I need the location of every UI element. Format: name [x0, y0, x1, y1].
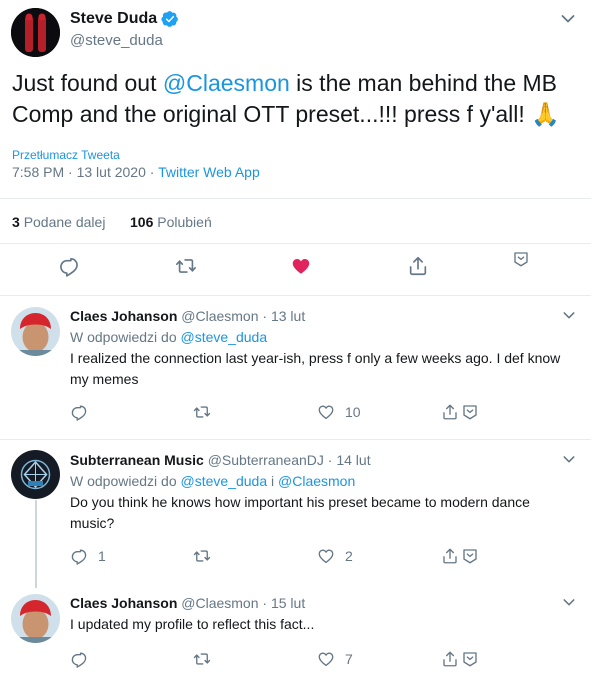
share-icon	[441, 650, 459, 668]
like-icon	[317, 403, 335, 421]
share-button[interactable]	[441, 403, 479, 421]
share-button[interactable]	[441, 547, 479, 565]
reply-to-join: i	[267, 473, 279, 489]
bookmark-icon[interactable]	[461, 650, 479, 668]
reply-action-bar: 10	[70, 403, 490, 425]
avatar[interactable]	[11, 307, 60, 356]
reply-icon	[70, 650, 88, 668]
reply-tweet[interactable]: Claes Johanson @Claesmon · 15 lut I upda…	[0, 584, 591, 689]
reply-tweet[interactable]: Claes Johanson @Claesmon · 13 lut W odpo…	[0, 297, 591, 439]
reply-to-prefix: W odpowiedzi do	[70, 473, 181, 489]
author-name[interactable]: Claes Johanson	[70, 595, 177, 611]
like-count: 2	[345, 548, 353, 564]
reply-count: 1	[98, 548, 106, 564]
like-icon[interactable]	[290, 255, 312, 277]
engagement-stats: 3 Podane dalej 106 Polubień	[0, 198, 591, 244]
reply-tweet[interactable]: Subterranean Music @SubterraneanDJ · 14 …	[0, 440, 591, 590]
bookmark-icon[interactable]	[461, 403, 479, 421]
tweet-meta: 7:58 PM · 13 lut 2020 · Twitter Web App	[12, 164, 260, 180]
share-button[interactable]	[441, 650, 479, 668]
author-handle[interactable]: @Claesmon	[181, 595, 258, 611]
avatar[interactable]	[11, 594, 60, 643]
reply-to-link[interactable]: @steve_duda	[181, 329, 268, 345]
avatar-image	[11, 450, 60, 499]
like-label: Polubień	[157, 214, 212, 230]
tweet-text-before: Just found out	[12, 70, 163, 96]
retweet-icon	[193, 650, 211, 668]
reply-text: I updated my profile to reflect this fac…	[70, 616, 315, 632]
chevron-down-icon[interactable]	[561, 14, 575, 24]
retweet-icon	[193, 403, 211, 421]
chevron-down-icon[interactable]	[563, 455, 575, 464]
share-icon	[441, 403, 459, 421]
reply-header: Claes Johanson @Claesmon · 15 lut	[70, 595, 305, 611]
avatar-image	[11, 594, 60, 643]
reply-to-link[interactable]: @steve_duda	[181, 473, 268, 489]
author-handle[interactable]: @Claesmon	[181, 308, 258, 324]
chevron-down-icon[interactable]	[563, 598, 575, 607]
reply-to-link-2[interactable]: @Claesmon	[278, 473, 355, 489]
like-button[interactable]: 2	[317, 547, 353, 565]
tweet-timestamp[interactable]: 7:58 PM · 13 lut 2020 ·	[12, 164, 158, 180]
translate-link[interactable]: Przetłumacz Tweeta	[12, 148, 120, 162]
retweet-button[interactable]	[193, 650, 221, 668]
bookmark-icon[interactable]	[512, 250, 530, 268]
reply-date[interactable]: · 15 lut	[262, 595, 305, 611]
retweet-stat[interactable]: 3 Podane dalej	[12, 214, 105, 230]
like-icon	[317, 547, 335, 565]
main-tweet: Steve Duda @steve_duda Just found out @C…	[0, 0, 591, 296]
like-count: 7	[345, 651, 353, 667]
reply-context: W odpowiedzi do @steve_duda	[70, 329, 267, 345]
reply-header: Claes Johanson @Claesmon · 13 lut	[70, 308, 305, 324]
reply-text: Do you think he knows how important his …	[70, 494, 530, 531]
retweet-count: 3	[12, 214, 20, 230]
author-handle[interactable]: @SubterraneanDJ	[208, 452, 324, 468]
reply-button[interactable]: 1	[70, 547, 106, 565]
main-action-bar	[0, 255, 591, 285]
retweet-icon	[193, 547, 211, 565]
like-count: 106	[130, 214, 154, 230]
author-name[interactable]: Subterranean Music	[70, 452, 204, 468]
like-button[interactable]: 10	[317, 403, 361, 421]
tweet-text: Just found out @Claesmon is the man behi…	[12, 68, 582, 130]
author-name[interactable]: Steve Duda	[70, 10, 157, 28]
avatar-image	[11, 8, 60, 57]
reply-to-prefix: W odpowiedzi do	[70, 329, 181, 345]
chevron-down-icon[interactable]	[563, 311, 575, 320]
like-count: 10	[345, 404, 361, 420]
reply-icon	[70, 547, 88, 565]
author-name[interactable]: Claes Johanson	[70, 308, 177, 324]
mention-link[interactable]: @Claesmon	[163, 70, 290, 96]
share-icon	[441, 547, 459, 565]
retweet-icon[interactable]	[175, 255, 197, 277]
verified-icon	[161, 11, 179, 27]
avatar[interactable]	[11, 450, 60, 499]
reply-icon	[70, 403, 88, 421]
client-link[interactable]: Twitter Web App	[158, 164, 260, 180]
reply-button[interactable]	[70, 650, 98, 668]
reply-date[interactable]: · 14 lut	[328, 452, 371, 468]
avatar[interactable]	[11, 8, 60, 57]
avatar-image	[11, 307, 60, 356]
reply-context: W odpowiedzi do @steve_duda i @Claesmon	[70, 473, 355, 489]
retweet-button[interactable]	[193, 547, 221, 565]
author-name-row[interactable]: Steve Duda	[70, 10, 179, 28]
bookmark-icon[interactable]	[461, 547, 479, 565]
author-handle[interactable]: @steve_duda	[70, 32, 163, 49]
like-stat[interactable]: 106 Polubień	[130, 214, 212, 230]
reply-date[interactable]: · 13 lut	[262, 308, 305, 324]
share-icon[interactable]	[407, 255, 429, 277]
reply-header: Subterranean Music @SubterraneanDJ · 14 …	[70, 452, 371, 468]
reply-action-bar: 1 2	[70, 547, 490, 569]
retweet-label: Podane dalej	[23, 214, 106, 230]
like-icon	[317, 650, 335, 668]
like-button[interactable]: 7	[317, 650, 353, 668]
reply-action-bar: 7	[70, 650, 490, 672]
reply-icon[interactable]	[58, 255, 80, 277]
reply-text: I realized the connection last year-ish,…	[70, 350, 561, 387]
reply-button[interactable]	[70, 403, 98, 421]
retweet-button[interactable]	[193, 403, 221, 421]
